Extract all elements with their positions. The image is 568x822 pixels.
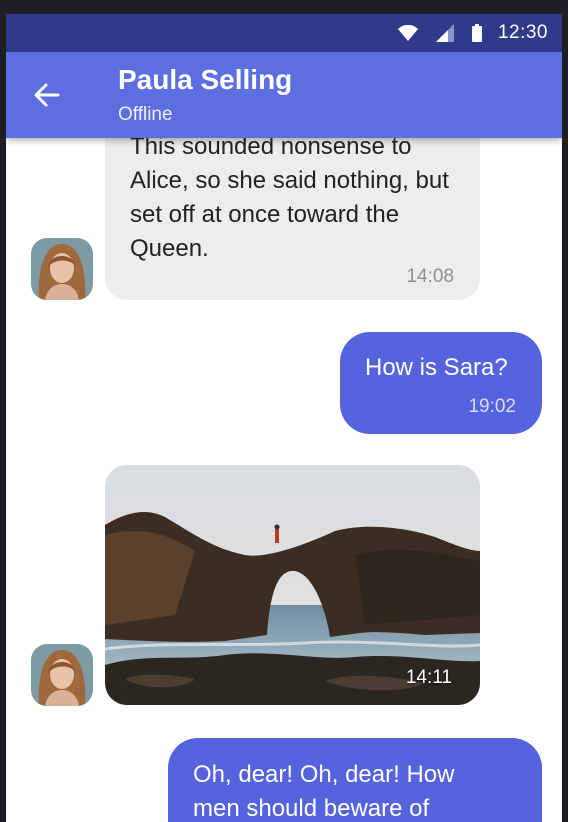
avatar[interactable] [31,644,93,706]
outgoing-message-bubble[interactable]: Oh, dear! Oh, dear! How men should bewar… [168,738,542,822]
message-time: 14:11 [405,667,452,688]
message-text: This sounded nonsense to Alice, so she s… [130,133,449,262]
back-arrow-icon[interactable] [32,80,62,110]
battery-icon [471,24,482,42]
status-bar: 12:30 [6,14,562,52]
app-bar: Paula Selling Offline [6,52,562,138]
message-list[interactable]: This sounded nonsense to Alice, so she s… [6,108,562,822]
avatar[interactable] [31,238,93,300]
message-text: How is Sara? [365,354,508,381]
status-time: 12:30 [497,22,548,43]
wifi-icon [397,25,418,41]
outgoing-message-bubble[interactable]: How is Sara? 19:02 [340,332,542,434]
signal-icon [435,24,454,42]
image-message-bubble[interactable]: 14:11 [105,465,480,705]
message-text: Oh, dear! Oh, dear! How men should bewar… [193,761,455,822]
message-time: 19:02 [468,396,516,417]
phone-screen: 12:30 Paula Selling Offline This sounded… [6,14,562,822]
contact-name[interactable]: Paula Selling [118,64,292,96]
contact-status: Offline [118,104,173,125]
message-time: 14:08 [406,266,454,287]
